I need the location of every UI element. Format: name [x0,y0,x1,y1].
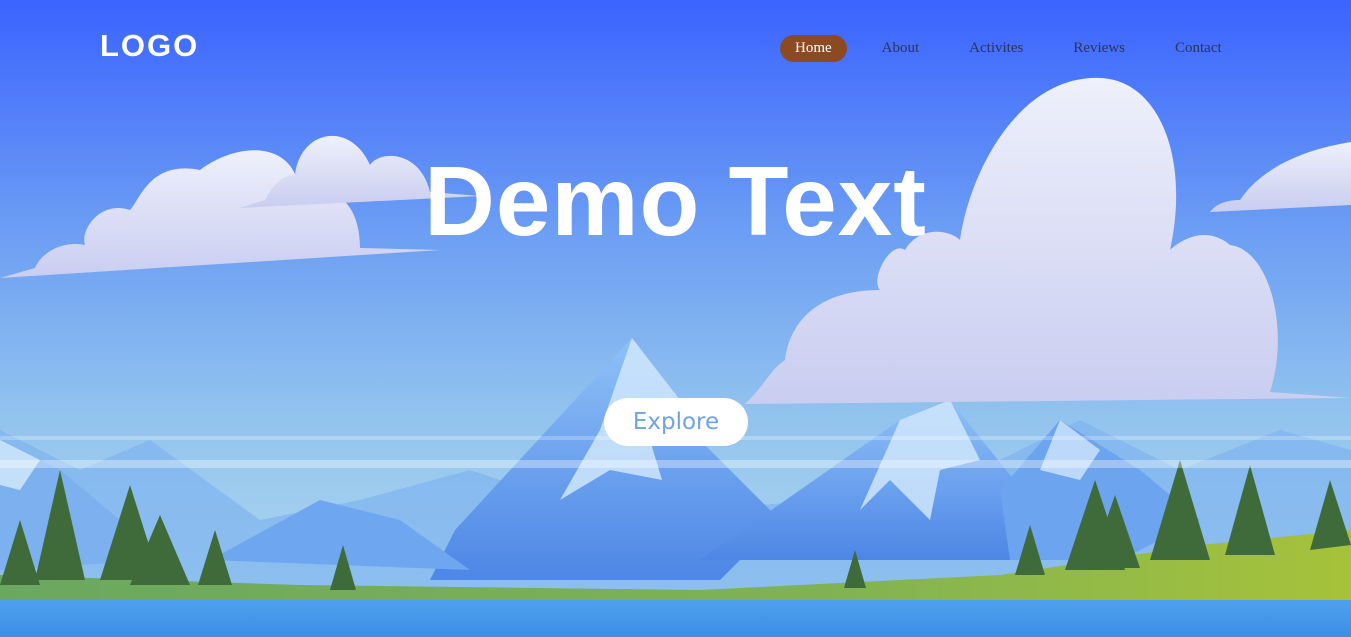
explore-button[interactable]: Explore [604,398,748,446]
nav-item-contact[interactable]: Contact [1160,35,1237,62]
nav-item-home[interactable]: Home [780,34,847,62]
hero-title: Demo Text [424,146,927,256]
logo[interactable]: LOGO [100,28,199,64]
lake [0,600,1351,637]
nav-item-about[interactable]: About [867,35,935,62]
main-nav: Home About Activites Reviews Contact [780,34,1237,62]
background-scene [0,0,1351,637]
nav-item-activites[interactable]: Activites [954,35,1038,62]
nav-item-reviews[interactable]: Reviews [1058,35,1140,62]
horizon-haze [0,460,1351,468]
